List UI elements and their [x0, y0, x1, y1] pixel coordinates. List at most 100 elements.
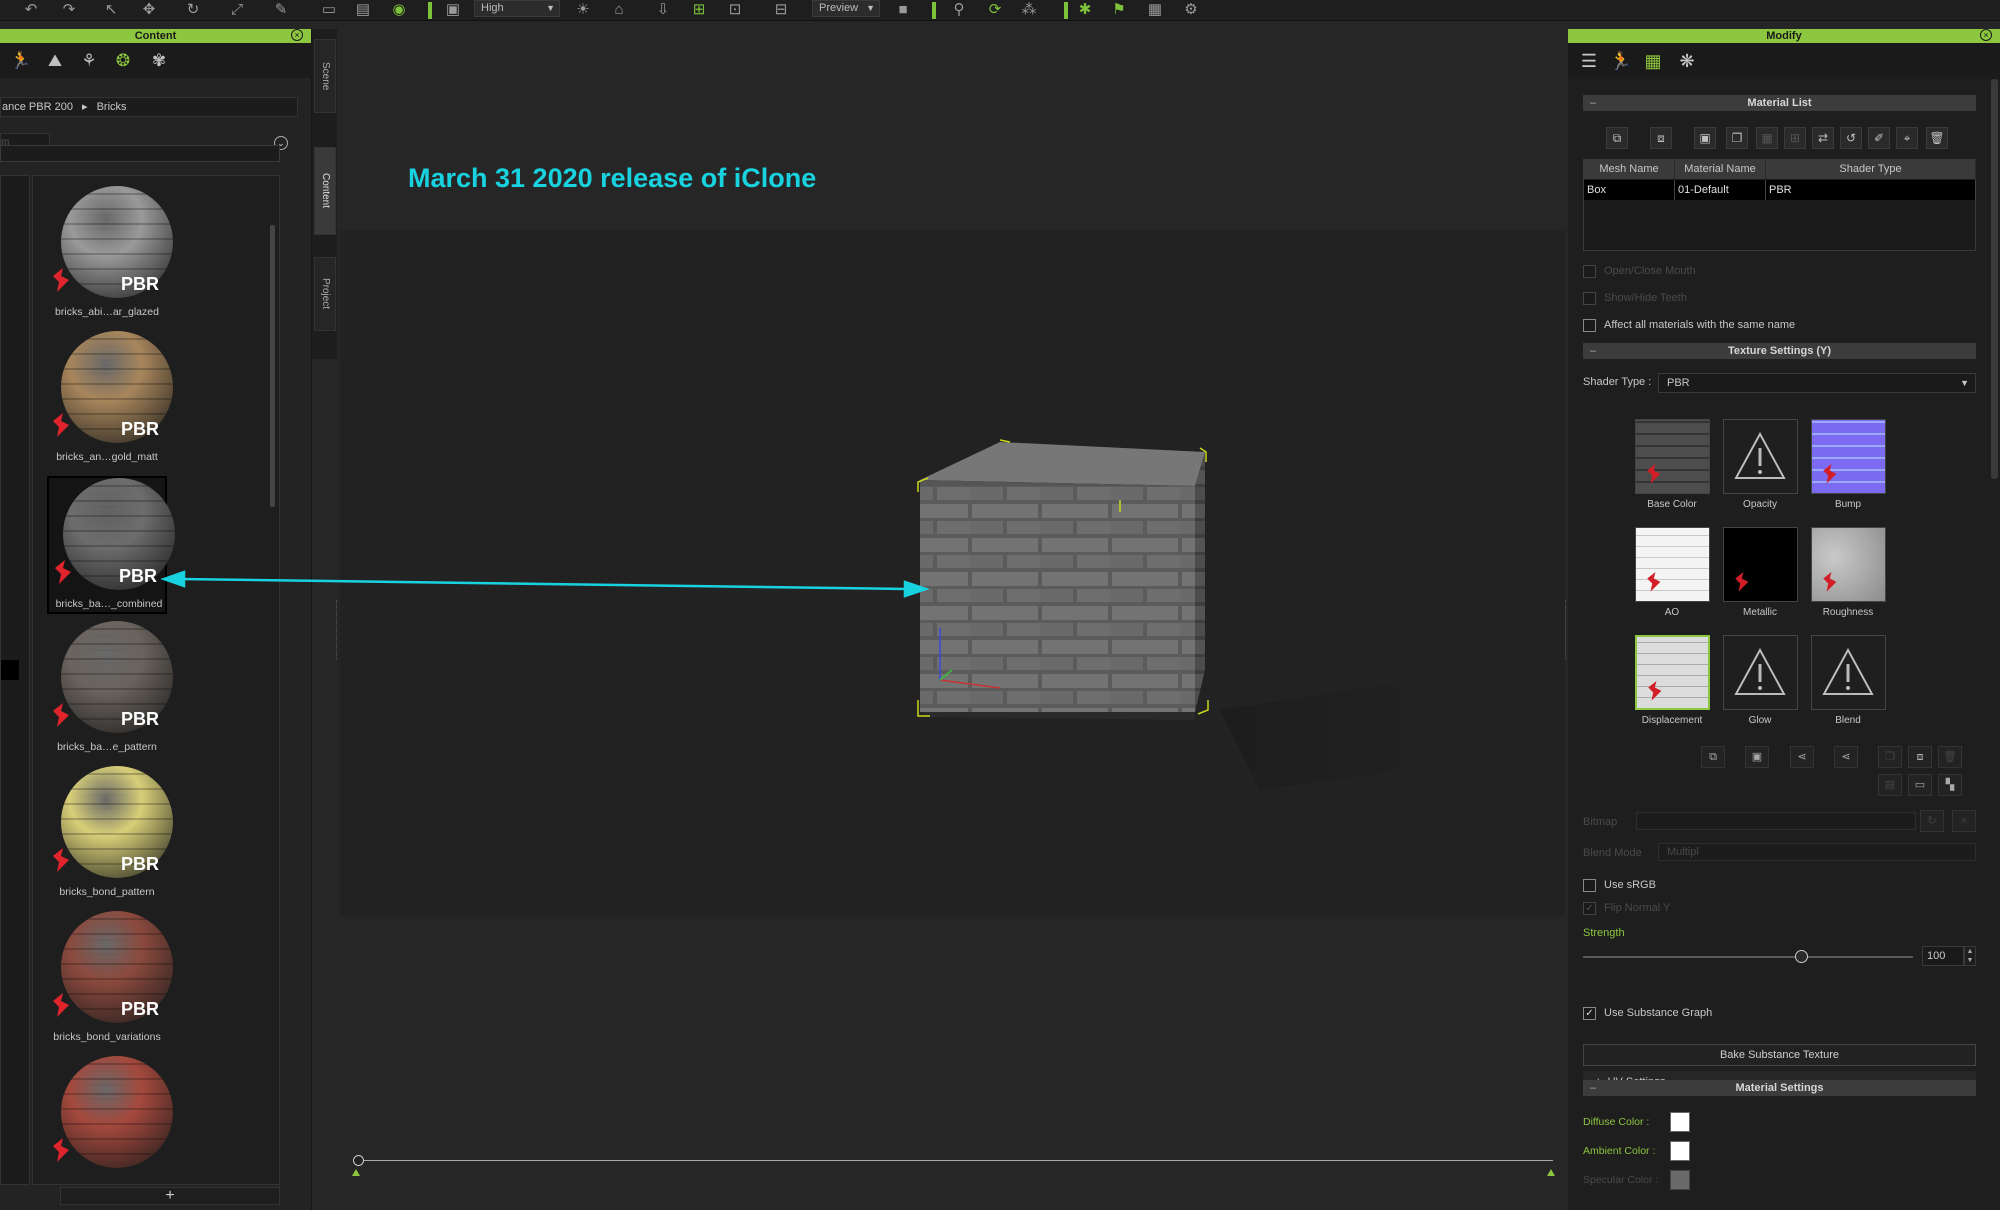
material-tab-icon[interactable]: ❂ — [110, 49, 136, 73]
diffuse-color-swatch[interactable] — [1670, 1112, 1690, 1132]
monitor-icon[interactable]: ▣ — [442, 1, 464, 19]
substance-icon — [53, 848, 69, 872]
launch-editor-icon[interactable]: ⧈ — [1908, 746, 1932, 768]
texture-slot-glow[interactable] — [1723, 635, 1798, 710]
tree-selection-marker — [1, 660, 19, 680]
add-content-button[interactable]: + — [60, 1187, 280, 1205]
material-thumbnail[interactable]: PBR bricks_ba…e_pattern — [47, 621, 173, 759]
breadcrumb-current[interactable]: Bricks — [97, 101, 127, 113]
checker-icon[interactable]: ▚ — [1938, 774, 1962, 796]
modify-panel-scrollbar[interactable] — [1991, 79, 1998, 479]
stage-tab-icon[interactable]: ⛰ — [42, 49, 68, 73]
move-icon[interactable]: ✥ — [138, 1, 160, 19]
scale-icon[interactable]: ⤢ — [226, 1, 248, 19]
strength-stepper[interactable]: ▲ ▼ — [1964, 946, 1976, 966]
quality-dropdown[interactable]: High ▼ — [474, 0, 560, 17]
breadcrumb-parent[interactable]: ance PBR 200 — [2, 101, 73, 113]
uv-icon[interactable]: ▭ — [1908, 774, 1932, 796]
cube-top — [920, 442, 1205, 486]
texture-slot-label: AO — [1664, 607, 1680, 618]
material-thumbnail[interactable]: PBR bricks_an…gold_matt — [47, 331, 173, 469]
substance-icon — [55, 560, 71, 584]
home-icon[interactable]: ⌂ — [608, 1, 630, 19]
substance-icon — [53, 413, 69, 437]
physics-icon[interactable]: ⟳ — [984, 1, 1006, 19]
layout-icon[interactable]: ▭ — [318, 1, 340, 19]
animation-tab-icon[interactable]: ✾ — [146, 49, 172, 73]
timeline-end-marker[interactable] — [1547, 1169, 1555, 1176]
material-thumbnail[interactable]: PBR bricks_abi…ar_glazed — [47, 186, 173, 324]
specular-color-swatch — [1670, 1170, 1690, 1190]
material-settings-header[interactable]: – Material Settings — [1583, 1080, 1976, 1096]
timeline-playhead[interactable] — [353, 1155, 364, 1166]
load-texture-icon[interactable]: ⧉ — [1701, 746, 1725, 768]
breadcrumb: ance PBR 200 ▸ Bricks — [0, 97, 298, 117]
settings-icon[interactable]: ⚙ — [1180, 1, 1202, 19]
sun-icon[interactable]: ☀ — [572, 1, 594, 19]
share-alt-icon[interactable]: ⋖ — [1834, 746, 1858, 768]
collapse-icon: – — [1590, 1082, 1597, 1094]
measure-icon[interactable]: ✎ — [270, 1, 292, 19]
refresh-bitmap-icon: ↻ — [1920, 810, 1944, 832]
material-thumbnail[interactable] — [47, 1056, 173, 1194]
bake-substance-texture-button[interactable]: Bake Substance Texture — [1583, 1044, 1976, 1066]
tab-scene[interactable]: Scene — [314, 39, 336, 113]
content-grid-scrollbar[interactable] — [270, 225, 275, 507]
close-icon[interactable]: × — [291, 29, 303, 41]
strength-input[interactable]: 100 — [1922, 946, 1964, 966]
rotate-icon[interactable]: ↻ — [182, 1, 204, 19]
panel-splitter[interactable] — [1565, 600, 1568, 660]
strength-slider-track[interactable] — [1583, 956, 1913, 958]
select-icon[interactable]: ↖ — [100, 1, 122, 19]
texture-slot-roughness[interactable] — [1811, 527, 1886, 602]
snapshot-icon[interactable]: ⊡ — [724, 1, 746, 19]
script-icon[interactable]: ▦ — [1144, 1, 1166, 19]
texture-slot-base-color[interactable] — [1635, 419, 1710, 494]
visibility-icon[interactable]: ◉ — [388, 1, 410, 19]
flag-icon[interactable]: ⚑ — [1108, 1, 1130, 19]
render-icon[interactable]: ⊟ — [770, 1, 792, 19]
material-thumbnail[interactable]: PBR bricks_bond_variations — [47, 911, 173, 1049]
material-thumbnail[interactable]: PBR bricks_ba…_combined — [47, 476, 175, 614]
substance-icon — [1647, 572, 1661, 592]
panel-splitter[interactable] — [336, 600, 339, 660]
texture-slot-opacity[interactable] — [1723, 419, 1798, 494]
bitmap-label: Bitmap — [1583, 816, 1618, 828]
motion-icon[interactable]: ⚲ — [948, 1, 970, 19]
crowd-icon[interactable]: ⁂ — [1018, 1, 1040, 19]
tab-project[interactable]: Project — [314, 257, 336, 331]
undo-icon[interactable]: ↶ — [20, 1, 42, 19]
set-tab-icon[interactable]: ⚘ — [76, 49, 102, 73]
save-icon[interactable]: ▤ — [352, 1, 374, 19]
save-texture-icon[interactable]: ▣ — [1745, 746, 1769, 768]
timeline-track[interactable] — [358, 1160, 1553, 1161]
actor-tab-icon[interactable]: 🏃 — [8, 49, 34, 73]
timeline-start-marker[interactable] — [352, 1169, 360, 1176]
pose-icon[interactable]: ✱ — [1074, 1, 1096, 19]
3d-viewport[interactable] — [340, 230, 1565, 917]
texture-slot-displacement[interactable] — [1635, 635, 1710, 710]
strength-slider-thumb[interactable] — [1794, 950, 1808, 963]
import-icon[interactable]: ⇩ — [652, 1, 674, 19]
substance-icon — [1823, 464, 1837, 484]
record-icon[interactable]: ■ — [892, 1, 914, 19]
use-substance-graph-checkbox[interactable]: ✓ — [1583, 1007, 1596, 1020]
texture-slot-bump[interactable] — [1811, 419, 1886, 494]
texture-slot-ao[interactable] — [1635, 527, 1710, 602]
tab-content[interactable]: Content — [314, 147, 336, 235]
preview-dropdown[interactable]: Preview ▼ — [812, 0, 880, 17]
share-icon[interactable]: ⋖ — [1790, 746, 1814, 768]
texture-slot-blend[interactable] — [1811, 635, 1886, 710]
filter-input[interactable] — [0, 145, 280, 162]
tile-icon: ▤ — [1878, 774, 1902, 796]
substance-icon — [1647, 464, 1661, 484]
use-srgb-checkbox[interactable] — [1583, 879, 1596, 892]
ambient-color-swatch[interactable] — [1670, 1141, 1690, 1161]
redo-icon[interactable]: ↷ — [58, 1, 80, 19]
camera-add-icon[interactable]: ⊞ — [688, 1, 710, 19]
folder-tree-collapsed[interactable] — [0, 175, 30, 1185]
substance-icon — [1648, 681, 1662, 701]
material-thumbnail[interactable]: PBR bricks_bond_pattern — [47, 766, 173, 904]
chevron-down-icon: ▼ — [866, 3, 875, 13]
texture-slot-metallic[interactable] — [1723, 527, 1798, 602]
